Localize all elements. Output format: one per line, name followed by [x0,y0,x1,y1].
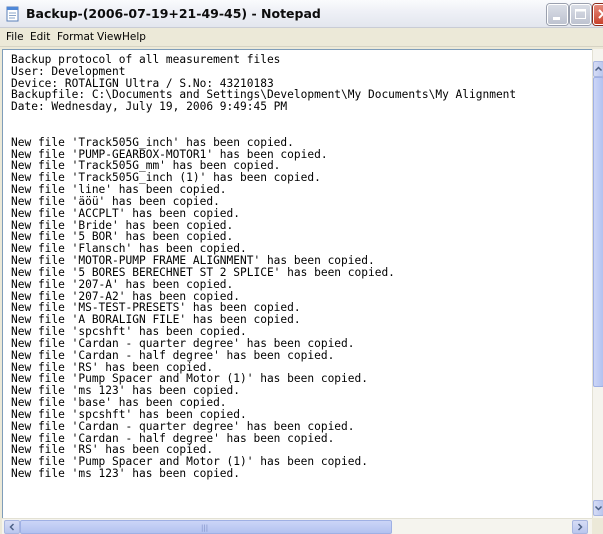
scroll-down-button[interactable] [593,500,603,516]
menu-bar: File Edit Format View Help [0,28,603,47]
minimize-button[interactable] [547,4,568,25]
scroll-right-button[interactable] [572,520,588,534]
arrow-down-icon [594,505,603,511]
menu-help[interactable]: Help [122,31,146,43]
minimize-icon [553,17,560,20]
horizontal-scrollbar[interactable]: ||| [2,518,592,534]
size-grip [592,518,603,534]
document-line: Date: Wednesday, July 19, 2006 9:49:45 P… [11,100,288,114]
scroll-left-button[interactable] [4,520,20,534]
menu-view[interactable]: View [97,31,122,43]
document-line: New file 'ms 123' has been copied. [11,466,241,480]
menu-file[interactable]: File [6,31,24,43]
menu-edit[interactable]: Edit [30,31,50,43]
arrow-up-icon [594,66,603,72]
arrow-right-icon [577,523,583,531]
vertical-scrollbar[interactable] [592,49,603,518]
arrow-left-icon [9,523,15,531]
text-editor[interactable]: Backup protocol of all measurement files… [2,49,592,518]
close-button[interactable] [593,4,603,25]
notepad-icon[interactable] [5,6,21,22]
menu-format[interactable]: Format [57,31,94,43]
maximize-button[interactable] [570,4,591,25]
close-icon [598,9,603,19]
scroll-up-button[interactable] [593,61,603,77]
vertical-scroll-thumb[interactable] [593,77,603,387]
horizontal-scroll-thumb[interactable]: ||| [20,520,392,534]
window-title: Backup-(2006-07-19+21-49-45) - Notepad [26,6,321,21]
scroll-grip-icon: ||| [201,524,209,532]
title-bar[interactable]: Backup-(2006-07-19+21-49-45) - Notepad [0,0,603,28]
maximize-icon [575,9,586,19]
notepad-window: Backup-(2006-07-19+21-49-45) - Notepad F… [0,0,603,534]
document-text[interactable]: Backup protocol of all measurement files… [11,54,516,480]
